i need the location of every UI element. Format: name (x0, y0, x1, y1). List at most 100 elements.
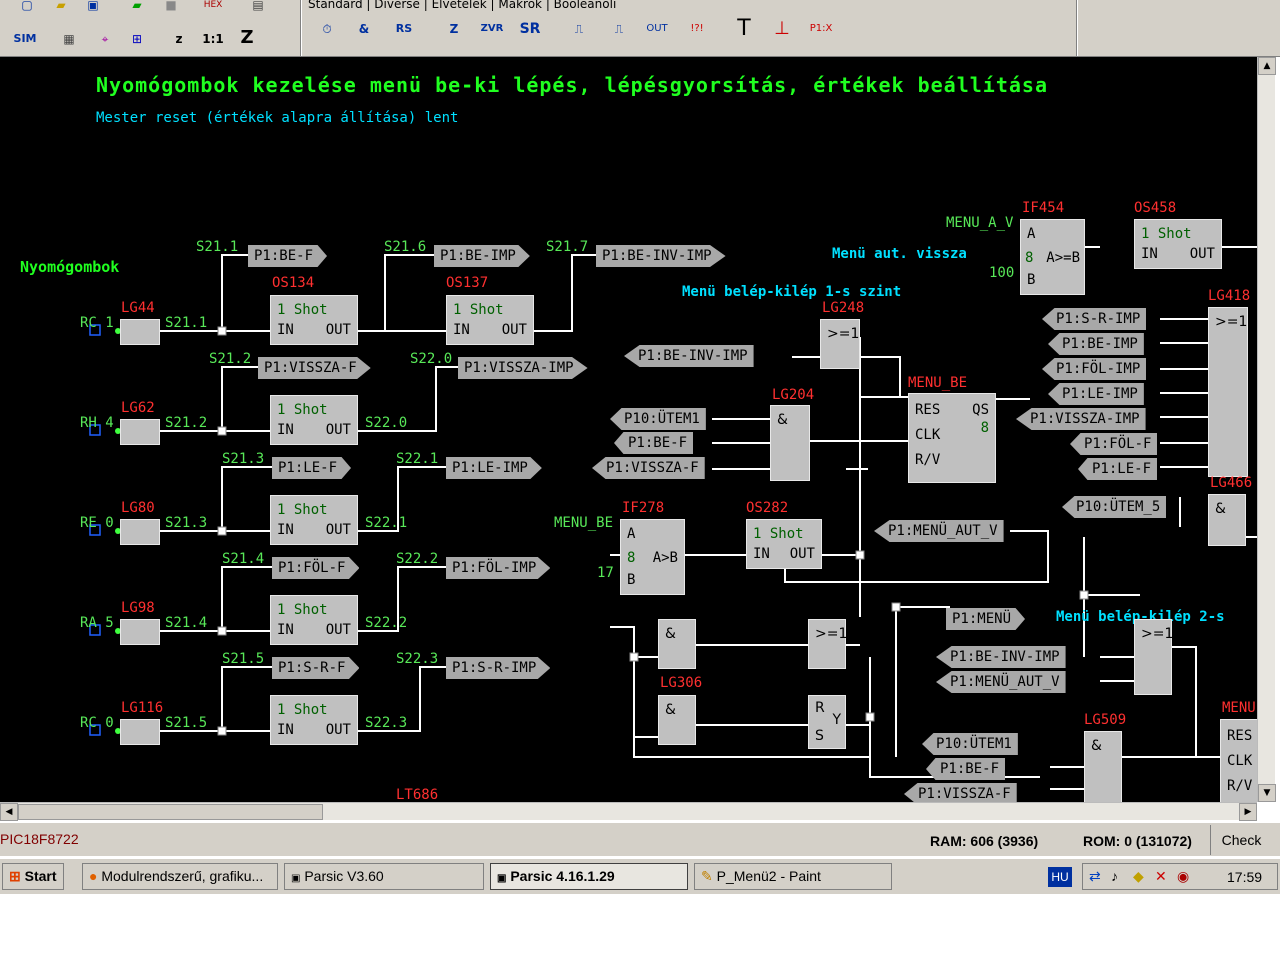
comparator-if278[interactable]: A 8 A>B B (620, 519, 685, 595)
horizontal-scroll-thumb[interactable] (18, 804, 323, 820)
tag-vissza-imp[interactable]: P1:VISSZA-IMP (1016, 408, 1146, 430)
tag-s-r-f[interactable]: P1:S-R-F (272, 657, 360, 679)
scroll-up-icon[interactable]: ▲ (1258, 57, 1276, 75)
input-gate[interactable] (120, 419, 160, 445)
clock-icon[interactable]: ⏱ (314, 18, 340, 40)
tag-be-f[interactable]: P1:BE-F (248, 245, 328, 267)
out-icon[interactable]: OUT (644, 18, 670, 40)
tag-be-inv-imp[interactable]: P1:BE-INV-IMP (596, 245, 726, 267)
schematic-canvas[interactable]: Nyomógombok kezelése menü be-ki lépés, l… (0, 57, 1257, 802)
tag-be-inv-imp[interactable]: P1:BE-INV-IMP (936, 646, 1066, 668)
comparator-if454[interactable]: A 8 A>=B B (1020, 219, 1085, 295)
p1x-icon[interactable]: P1:X (808, 18, 834, 40)
taskbar-item-firefox[interactable]: ● Modulrendszerű, grafiku... (82, 863, 278, 890)
horizontal-scrollbar[interactable]: ◀ ▶ (0, 802, 1257, 821)
input-gate[interactable] (120, 619, 160, 645)
check-button[interactable]: Check (1210, 825, 1272, 855)
clock[interactable]: 17:59 (1227, 869, 1262, 885)
start-button[interactable]: ⊞ Start (2, 863, 64, 890)
input-gate[interactable] (120, 319, 160, 345)
save-icon[interactable]: ▣ (80, 0, 106, 16)
tag-fol-imp[interactable]: P1:FÖL-IMP (446, 557, 551, 579)
tag-fol-imp[interactable]: P1:FÖL-IMP (1042, 358, 1147, 380)
vertical-scrollbar[interactable]: ▲ ▼ (1257, 57, 1276, 802)
oneshot-block[interactable]: 1 Shot IN OUT (270, 695, 358, 745)
scroll-down-icon[interactable]: ▼ (1258, 784, 1276, 802)
tag-be-imp[interactable]: P1:BE-IMP (1048, 333, 1144, 355)
language-indicator[interactable]: HU (1048, 867, 1072, 887)
sr-icon[interactable]: SR (517, 18, 543, 40)
tag-vissza-f[interactable]: P1:VISSZA-F (592, 457, 705, 479)
tag-menu[interactable]: P1:MENÜ (946, 608, 1026, 630)
and-gate[interactable]: & (1208, 494, 1246, 546)
zoom-in-button[interactable]: z (166, 28, 192, 50)
pulse2-icon[interactable]: ⎍ (606, 18, 632, 40)
tag-le-imp[interactable]: P1:LE-IMP (446, 457, 542, 479)
counter-menu[interactable]: RES CLK R/V (1220, 719, 1257, 802)
wire-icon[interactable]: ⊞ (124, 28, 150, 50)
oneshot-block[interactable]: 1 Shot IN OUT (270, 495, 358, 545)
tab-strip[interactable]: Standard | Diverse | Elvételek | Makrók … (308, 0, 616, 11)
tag-be-f[interactable]: P1:BE-F (614, 432, 694, 454)
oneshot-block[interactable]: 1 Shot IN OUT (746, 519, 822, 569)
tag-fol-f[interactable]: P1:FÖL-F (1070, 433, 1158, 455)
tag-s-r-imp[interactable]: P1:S-R-IMP (446, 657, 551, 679)
tag-le-imp[interactable]: P1:LE-IMP (1048, 383, 1144, 405)
tag-utem-5[interactable]: P10:ÜTEM_5 (1062, 496, 1167, 518)
pulse-icon[interactable]: ⎍ (566, 18, 592, 40)
oneshot-block[interactable]: 1 Shot IN OUT (270, 395, 358, 445)
usb-icon[interactable]: ◆ (1133, 868, 1144, 885)
taskbar-item-parsic360[interactable]: ▣ Parsic V3.60 (284, 863, 484, 890)
and-gate[interactable]: & (658, 695, 696, 745)
volume-icon[interactable]: ♪ (1111, 868, 1118, 884)
and-gate[interactable]: & (658, 619, 696, 669)
hex-icon[interactable]: HEX (200, 0, 226, 16)
connect-icon[interactable]: ⌖ (92, 28, 118, 50)
network-icon[interactable]: ⇄ (1089, 868, 1101, 885)
input-gate[interactable] (120, 719, 160, 745)
z-icon[interactable]: Z (441, 18, 467, 40)
zoom-reset-button[interactable]: 1:1 (200, 28, 226, 50)
and-gate[interactable]: & (770, 405, 810, 481)
zvr-icon[interactable]: ZVR (479, 18, 505, 40)
oneshot-block[interactable]: 1 Shot IN OUT (1134, 219, 1222, 269)
or-gate[interactable]: >=1 (1134, 619, 1173, 695)
scroll-right-icon[interactable]: ▶ (1239, 803, 1257, 821)
scroll-left-icon[interactable]: ◀ (0, 803, 18, 821)
tag-vissza-f[interactable]: P1:VISSZA-F (258, 357, 371, 379)
gray-icon[interactable]: ■ (158, 0, 184, 16)
probe-icon[interactable]: ⊥ (769, 18, 795, 40)
folder-icon[interactable]: ▰ (124, 0, 150, 16)
or-gate[interactable]: >=1 (820, 319, 860, 369)
open-icon[interactable]: ▰ (48, 0, 74, 16)
warning-icon[interactable]: ✕ (1155, 868, 1167, 885)
tag-s-r-imp[interactable]: P1:S-R-IMP (1042, 308, 1147, 330)
tag-vissza-f[interactable]: P1:VISSZA-F (904, 783, 1017, 802)
rs-flipflop[interactable]: RYS (808, 695, 846, 749)
input-gate[interactable] (120, 519, 160, 545)
tag-vissza-imp[interactable]: P1:VISSZA-IMP (458, 357, 588, 379)
inv-out-icon[interactable]: !?! (684, 18, 710, 40)
and-icon[interactable]: & (351, 18, 377, 40)
zoom-out-button[interactable]: Z (234, 27, 260, 49)
or-gate[interactable]: >=1 (808, 619, 847, 669)
tag-le-f[interactable]: P1:LE-F (1078, 458, 1158, 480)
taskbar-item-parsic416[interactable]: ▣ Parsic 4.16.1.29 (490, 863, 688, 890)
grid-icon[interactable]: ▦ (56, 28, 82, 50)
security-icon[interactable]: ◉ (1177, 868, 1189, 885)
tag-utem1[interactable]: P10:ÜTEM1 (610, 408, 706, 430)
new-icon[interactable]: ▢ (14, 0, 40, 16)
sim-icon[interactable]: SIM (12, 28, 38, 50)
counter-menu-be[interactable]: RES QS 8 CLK R/V (908, 393, 996, 483)
or-gate[interactable]: >=1 (1208, 307, 1248, 477)
tag-fol-f[interactable]: P1:FÖL-F (272, 557, 360, 579)
print-icon[interactable]: ▤ (245, 0, 271, 16)
oneshot-block[interactable]: 1 Shot IN OUT (270, 295, 358, 345)
tag-le-f[interactable]: P1:LE-F (272, 457, 352, 479)
tag-menu-aut-v[interactable]: P1:MENÜ_AUT_V (936, 671, 1066, 693)
tag-utem1[interactable]: P10:ÜTEM1 (922, 733, 1018, 755)
tag-be-inv-imp[interactable]: P1:BE-INV-IMP (624, 345, 754, 367)
oneshot-block[interactable]: 1 Shot IN OUT (446, 295, 534, 345)
tag-menu-aut-v[interactable]: P1:MENÜ_AUT_V (874, 520, 1004, 542)
tag-be-imp[interactable]: P1:BE-IMP (434, 245, 530, 267)
